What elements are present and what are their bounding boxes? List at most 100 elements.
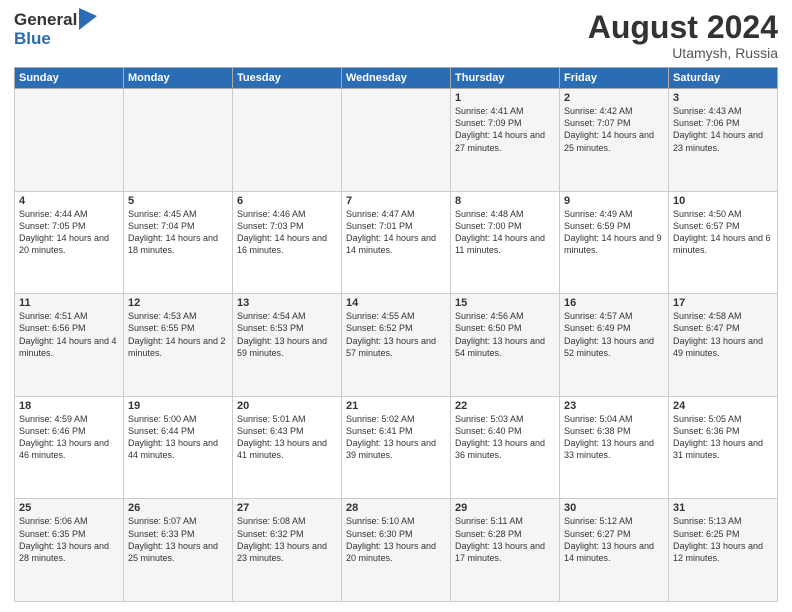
logo-icon [79,8,97,30]
col-wednesday: Wednesday [342,68,451,89]
table-row: 1Sunrise: 4:41 AM Sunset: 7:09 PM Daylig… [451,89,560,192]
table-row: 30Sunrise: 5:12 AM Sunset: 6:27 PM Dayli… [560,499,669,602]
day-info: Sunrise: 4:51 AM Sunset: 6:56 PM Dayligh… [19,310,119,359]
table-row: 4Sunrise: 4:44 AM Sunset: 7:05 PM Daylig… [15,191,124,294]
day-info: Sunrise: 4:42 AM Sunset: 7:07 PM Dayligh… [564,105,664,154]
table-row: 23Sunrise: 5:04 AM Sunset: 6:38 PM Dayli… [560,396,669,499]
day-info: Sunrise: 4:59 AM Sunset: 6:46 PM Dayligh… [19,413,119,462]
calendar-week-3: 11Sunrise: 4:51 AM Sunset: 6:56 PM Dayli… [15,294,778,397]
table-row: 9Sunrise: 4:49 AM Sunset: 6:59 PM Daylig… [560,191,669,294]
day-number: 17 [673,297,773,309]
day-info: Sunrise: 5:01 AM Sunset: 6:43 PM Dayligh… [237,413,337,462]
day-info: Sunrise: 4:56 AM Sunset: 6:50 PM Dayligh… [455,310,555,359]
table-row: 31Sunrise: 5:13 AM Sunset: 6:25 PM Dayli… [669,499,778,602]
day-number: 14 [346,297,446,309]
day-info: Sunrise: 5:07 AM Sunset: 6:33 PM Dayligh… [128,515,228,564]
table-row: 20Sunrise: 5:01 AM Sunset: 6:43 PM Dayli… [233,396,342,499]
table-row: 18Sunrise: 4:59 AM Sunset: 6:46 PM Dayli… [15,396,124,499]
table-row: 2Sunrise: 4:42 AM Sunset: 7:07 PM Daylig… [560,89,669,192]
calendar-week-5: 25Sunrise: 5:06 AM Sunset: 6:35 PM Dayli… [15,499,778,602]
day-number: 25 [19,502,119,514]
table-row: 16Sunrise: 4:57 AM Sunset: 6:49 PM Dayli… [560,294,669,397]
day-number: 5 [128,195,228,207]
day-number: 6 [237,195,337,207]
logo-text: General Blue [14,10,97,49]
day-number: 1 [455,92,555,104]
day-info: Sunrise: 4:45 AM Sunset: 7:04 PM Dayligh… [128,208,228,257]
calendar-table: Sunday Monday Tuesday Wednesday Thursday… [14,67,778,602]
title-block: August 2024 Utamysh, Russia [588,10,778,61]
table-row: 22Sunrise: 5:03 AM Sunset: 6:40 PM Dayli… [451,396,560,499]
header: General Blue August 2024 Utamysh, Russia [14,10,778,61]
table-row: 8Sunrise: 4:48 AM Sunset: 7:00 PM Daylig… [451,191,560,294]
day-info: Sunrise: 5:11 AM Sunset: 6:28 PM Dayligh… [455,515,555,564]
day-info: Sunrise: 5:06 AM Sunset: 6:35 PM Dayligh… [19,515,119,564]
day-info: Sunrise: 5:08 AM Sunset: 6:32 PM Dayligh… [237,515,337,564]
day-number: 16 [564,297,664,309]
table-row: 11Sunrise: 4:51 AM Sunset: 6:56 PM Dayli… [15,294,124,397]
day-number: 18 [19,400,119,412]
location: Utamysh, Russia [588,45,778,61]
table-row: 6Sunrise: 4:46 AM Sunset: 7:03 PM Daylig… [233,191,342,294]
day-info: Sunrise: 5:12 AM Sunset: 6:27 PM Dayligh… [564,515,664,564]
table-row: 10Sunrise: 4:50 AM Sunset: 6:57 PM Dayli… [669,191,778,294]
table-row: 3Sunrise: 4:43 AM Sunset: 7:06 PM Daylig… [669,89,778,192]
table-row: 12Sunrise: 4:53 AM Sunset: 6:55 PM Dayli… [124,294,233,397]
day-number: 29 [455,502,555,514]
day-number: 3 [673,92,773,104]
day-info: Sunrise: 4:44 AM Sunset: 7:05 PM Dayligh… [19,208,119,257]
day-number: 8 [455,195,555,207]
day-number: 20 [237,400,337,412]
day-info: Sunrise: 4:55 AM Sunset: 6:52 PM Dayligh… [346,310,446,359]
day-number: 19 [128,400,228,412]
table-row: 17Sunrise: 4:58 AM Sunset: 6:47 PM Dayli… [669,294,778,397]
day-info: Sunrise: 5:02 AM Sunset: 6:41 PM Dayligh… [346,413,446,462]
day-number: 21 [346,400,446,412]
day-number: 27 [237,502,337,514]
logo-blue: Blue [14,30,97,49]
table-row: 29Sunrise: 5:11 AM Sunset: 6:28 PM Dayli… [451,499,560,602]
day-info: Sunrise: 5:04 AM Sunset: 6:38 PM Dayligh… [564,413,664,462]
day-number: 2 [564,92,664,104]
col-sunday: Sunday [15,68,124,89]
table-row: 28Sunrise: 5:10 AM Sunset: 6:30 PM Dayli… [342,499,451,602]
day-info: Sunrise: 5:05 AM Sunset: 6:36 PM Dayligh… [673,413,773,462]
logo-general: General [14,11,77,30]
day-info: Sunrise: 4:41 AM Sunset: 7:09 PM Dayligh… [455,105,555,154]
day-number: 4 [19,195,119,207]
day-number: 13 [237,297,337,309]
table-row: 13Sunrise: 4:54 AM Sunset: 6:53 PM Dayli… [233,294,342,397]
table-row: 14Sunrise: 4:55 AM Sunset: 6:52 PM Dayli… [342,294,451,397]
month-year: August 2024 [588,10,778,45]
day-number: 7 [346,195,446,207]
col-tuesday: Tuesday [233,68,342,89]
day-info: Sunrise: 4:58 AM Sunset: 6:47 PM Dayligh… [673,310,773,359]
day-number: 31 [673,502,773,514]
day-number: 10 [673,195,773,207]
calendar-header-row: Sunday Monday Tuesday Wednesday Thursday… [15,68,778,89]
day-number: 9 [564,195,664,207]
table-row: 19Sunrise: 5:00 AM Sunset: 6:44 PM Dayli… [124,396,233,499]
page: General Blue August 2024 Utamysh, Russia… [0,0,792,612]
day-number: 23 [564,400,664,412]
day-info: Sunrise: 4:49 AM Sunset: 6:59 PM Dayligh… [564,208,664,257]
table-row: 5Sunrise: 4:45 AM Sunset: 7:04 PM Daylig… [124,191,233,294]
day-number: 22 [455,400,555,412]
day-info: Sunrise: 4:43 AM Sunset: 7:06 PM Dayligh… [673,105,773,154]
day-number: 12 [128,297,228,309]
col-thursday: Thursday [451,68,560,89]
day-info: Sunrise: 4:46 AM Sunset: 7:03 PM Dayligh… [237,208,337,257]
table-row: 7Sunrise: 4:47 AM Sunset: 7:01 PM Daylig… [342,191,451,294]
table-row: 15Sunrise: 4:56 AM Sunset: 6:50 PM Dayli… [451,294,560,397]
day-info: Sunrise: 5:10 AM Sunset: 6:30 PM Dayligh… [346,515,446,564]
day-number: 24 [673,400,773,412]
day-info: Sunrise: 5:13 AM Sunset: 6:25 PM Dayligh… [673,515,773,564]
table-row [233,89,342,192]
col-friday: Friday [560,68,669,89]
day-number: 15 [455,297,555,309]
calendar-week-1: 1Sunrise: 4:41 AM Sunset: 7:09 PM Daylig… [15,89,778,192]
day-info: Sunrise: 5:03 AM Sunset: 6:40 PM Dayligh… [455,413,555,462]
col-monday: Monday [124,68,233,89]
table-row [15,89,124,192]
day-info: Sunrise: 4:53 AM Sunset: 6:55 PM Dayligh… [128,310,228,359]
